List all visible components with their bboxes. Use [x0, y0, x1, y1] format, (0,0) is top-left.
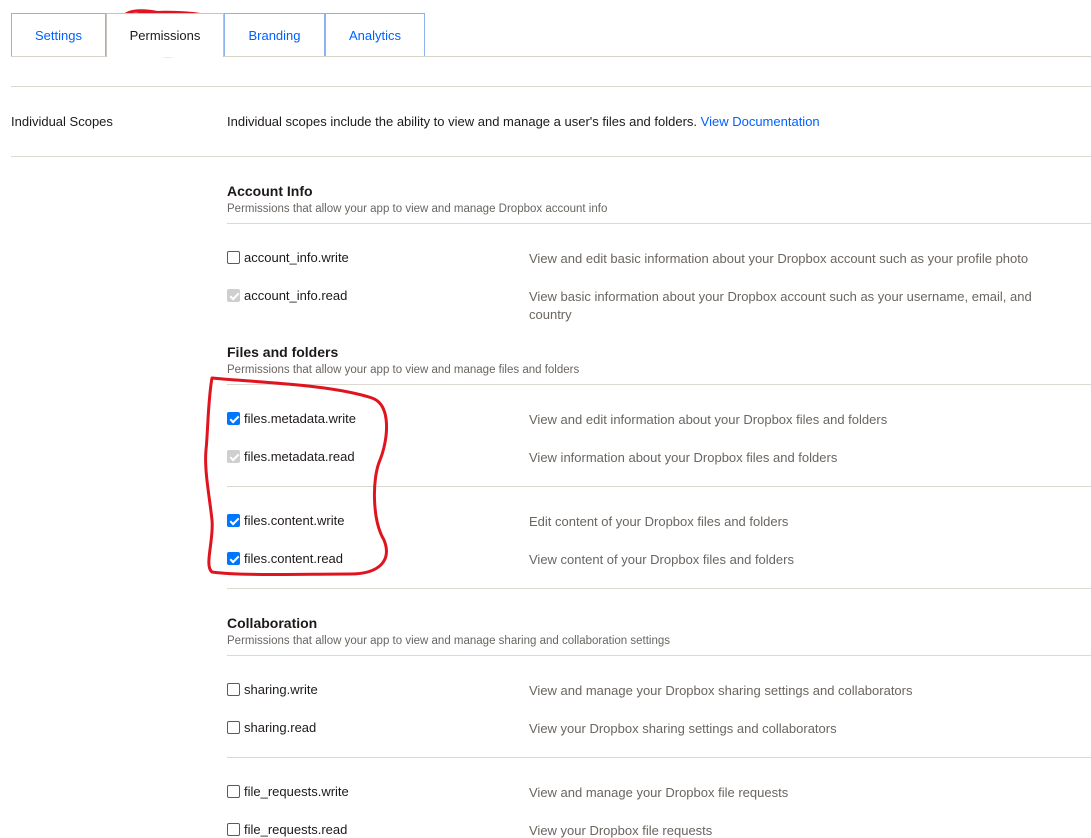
permission-row: files.content.read	[227, 551, 343, 566]
permission-row: files.metadata.read	[227, 449, 355, 464]
divider	[227, 384, 1091, 385]
checkbox-file-requests-read[interactable]	[227, 823, 240, 836]
permission-name: files.content.write	[244, 513, 345, 528]
checkbox-sharing-write[interactable]	[227, 683, 240, 696]
permission-row: files.content.write	[227, 513, 344, 528]
divider	[11, 156, 1091, 157]
permission-name: file_requests.read	[244, 822, 348, 837]
checkbox-files-content-write[interactable]	[227, 514, 240, 527]
permission-description: View your Dropbox file requests	[529, 823, 713, 838]
permission-name: file_requests.write	[244, 784, 349, 799]
section-subtitle-files-and-folders: Permissions that allow your app to view …	[227, 364, 580, 376]
individual-scopes-label: Individual Scopes	[11, 114, 113, 129]
permission-description: View and manage your Dropbox file reques…	[529, 785, 789, 800]
tab-settings[interactable]: Settings	[11, 13, 106, 56]
permission-name: files.content.read	[244, 551, 344, 566]
section-title-files-and-folders: Files and folders	[227, 344, 339, 360]
checkbox-files-content-read[interactable]	[227, 552, 240, 565]
section-subtitle-account-info: Permissions that allow your app to view …	[227, 203, 608, 215]
view-documentation-link[interactable]: View Documentation	[701, 114, 820, 129]
tab-permissions[interactable]: Permissions	[106, 13, 224, 57]
checkbox-account-info-read	[227, 289, 240, 302]
divider	[227, 655, 1091, 656]
divider	[227, 588, 1091, 589]
permission-name: files.metadata.write	[244, 411, 356, 426]
section-subtitle-collaboration: Permissions that allow your app to view …	[227, 635, 671, 647]
checkbox-file-requests-write[interactable]	[227, 785, 240, 798]
permission-row: sharing.read	[227, 720, 316, 735]
checkbox-files-metadata-read	[227, 450, 240, 463]
permission-name: files.metadata.read	[244, 449, 355, 464]
checkbox-sharing-read[interactable]	[227, 721, 240, 734]
permission-row: file_requests.write	[227, 784, 349, 799]
permission-description: View your Dropbox sharing settings and c…	[529, 721, 837, 736]
permission-row: file_requests.read	[227, 822, 347, 837]
permission-description: View information about your Dropbox file…	[529, 450, 838, 465]
permission-row: files.metadata.write	[227, 411, 356, 426]
permission-description: View basic information about your Dropbo…	[529, 289, 1032, 322]
permission-description: View and edit basic information about yo…	[529, 251, 1029, 266]
checkbox-account-info-write[interactable]	[227, 251, 240, 264]
divider	[227, 757, 1091, 758]
tab-branding[interactable]: Branding	[224, 13, 325, 56]
permission-row: sharing.write	[227, 682, 318, 697]
divider	[227, 486, 1091, 487]
divider	[227, 223, 1091, 224]
tab-analytics[interactable]: Analytics	[325, 13, 425, 56]
permission-name: account_info.read	[244, 288, 348, 303]
divider	[11, 86, 1091, 87]
permission-description: Edit content of your Dropbox files and f…	[529, 514, 789, 529]
checkbox-files-metadata-write[interactable]	[227, 412, 240, 425]
individual-scopes-description: Individual scopes include the ability to…	[227, 114, 820, 129]
individual-scopes-text: Individual scopes include the ability to…	[227, 114, 698, 129]
permission-row: account_info.write	[227, 250, 349, 265]
permission-name: sharing.write	[244, 682, 318, 697]
permission-description: View and edit information about your Dro…	[529, 412, 888, 427]
permission-description: View and manage your Dropbox sharing set…	[529, 683, 913, 698]
section-title-account-info: Account Info	[227, 183, 313, 199]
permission-description: View content of your Dropbox files and f…	[529, 552, 794, 567]
permission-name: sharing.read	[244, 720, 317, 735]
permission-row: account_info.read	[227, 288, 347, 303]
section-title-collaboration: Collaboration	[227, 615, 318, 631]
annotation-outline-files-scopes	[204, 376, 389, 576]
permission-name: account_info.write	[244, 250, 349, 265]
